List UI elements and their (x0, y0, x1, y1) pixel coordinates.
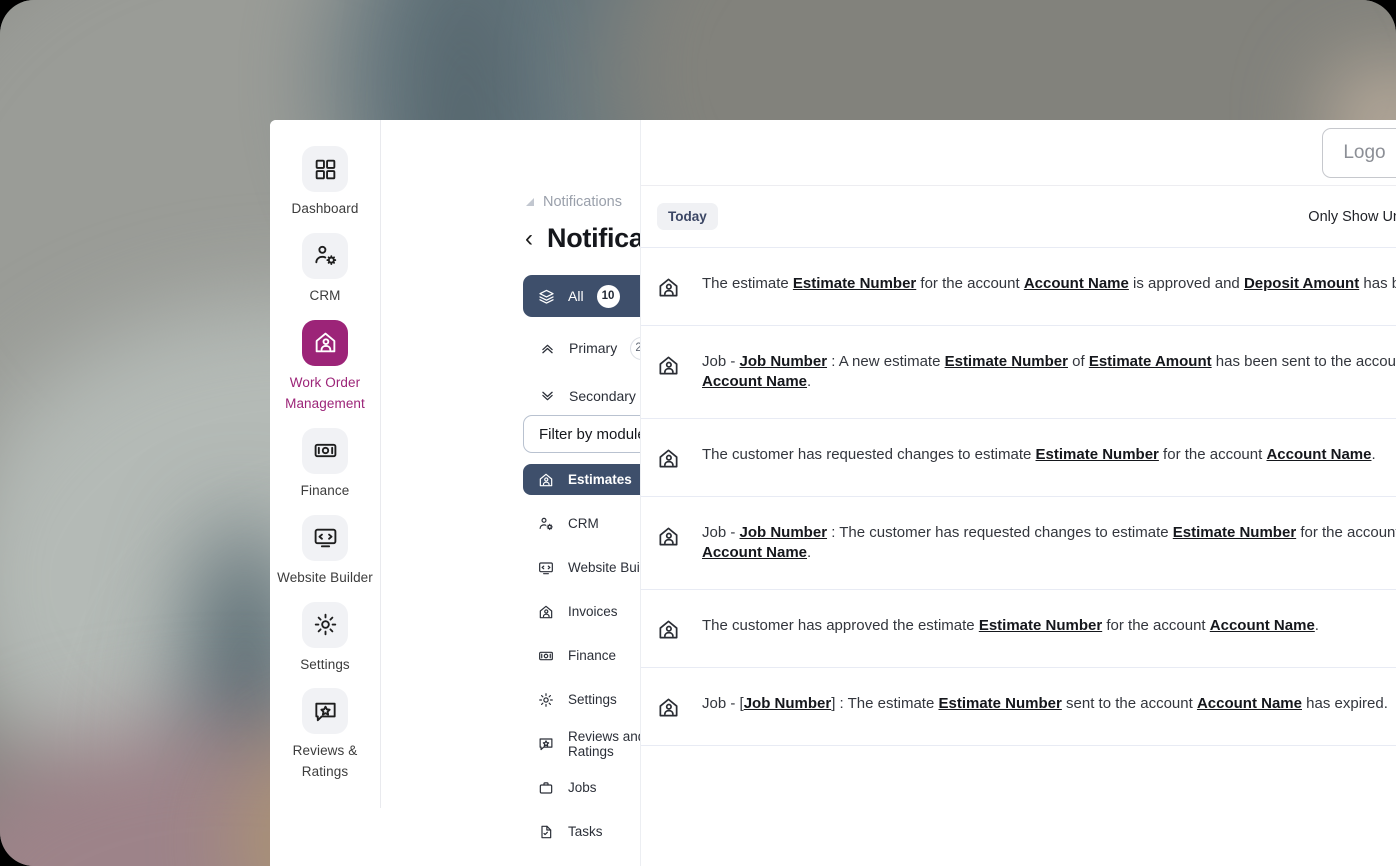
primary-sidebar: Dashboard CRM Work Order Management Finance… (270, 120, 381, 808)
house-person-icon (657, 616, 680, 641)
breadcrumb-label: Notifications (543, 194, 622, 210)
notifications-filter-panel: Notifications ‹ Notifications All 10 Prima… (381, 120, 707, 866)
sidebar-item-label: Finance (300, 482, 350, 498)
notification-row[interactable]: Job - Job Number : A new estimate Estima… (641, 326, 1396, 420)
segment-count: 10 (596, 284, 620, 308)
notification-row[interactable]: The estimate Estimate Number for the acc… (641, 248, 1396, 326)
task-doc-icon (538, 824, 554, 840)
gear-icon (538, 692, 554, 708)
cash-icon (302, 427, 348, 474)
notification-text: Job - Job Number : A new estimate Estima… (702, 353, 1396, 391)
briefcase-icon (538, 780, 554, 796)
sidebar-item-label: Website Builder (277, 569, 373, 585)
notification-row[interactable]: The customer has requested changes to es… (641, 419, 1396, 498)
module-label: Finance (568, 648, 617, 663)
sidebar-item-settings[interactable]: Settings (270, 601, 380, 676)
house-person-icon (538, 604, 554, 620)
sidebar-item-label: CRM (309, 287, 341, 303)
module-label: Tasks (568, 824, 603, 839)
only-show-unread-control[interactable]: Only Show Unread (1308, 205, 1396, 229)
house-person-icon (657, 694, 680, 719)
monitor-code-icon (538, 560, 554, 576)
house-person-icon (538, 472, 554, 488)
sidebar-item-label: Dashboard (291, 201, 359, 216)
sidebar-item-crm[interactable]: CRM (270, 232, 380, 307)
sidebar-item-website-builder[interactable]: Website Builder (270, 514, 380, 589)
user-gear-icon (538, 516, 554, 532)
notification-text: Job - Job Number : The customer has requ… (702, 524, 1396, 562)
gear-icon (302, 601, 348, 648)
sidebar-item-label: Settings (300, 656, 350, 672)
notification-text: The estimate Estimate Number for the acc… (702, 275, 1396, 292)
notifications-list: The estimate Estimate Number for the acc… (641, 248, 1396, 747)
notification-text: The customer has requested changes to es… (702, 446, 1376, 464)
module-label: Jobs (568, 780, 597, 795)
notifications-list-header: Today Only Show Unread (641, 186, 1396, 248)
monitor-code-icon (302, 514, 348, 561)
sidebar-item-work-order-management[interactable]: Work Order Management (270, 319, 380, 415)
chevrons-down-icon (539, 388, 556, 405)
sidebar-item-finance[interactable]: Finance (270, 427, 380, 502)
chevrons-up-icon (539, 340, 556, 357)
breadcrumb-caret-icon (526, 197, 534, 206)
notification-row[interactable]: The customer has approved the estimate E… (641, 590, 1396, 669)
review-star-icon (538, 736, 554, 752)
module-label: Invoices (568, 604, 618, 619)
house-person-icon (302, 319, 348, 366)
notification-text: The customer has approved the estimate E… (702, 617, 1319, 635)
user-gear-icon (302, 232, 348, 279)
notification-row[interactable]: Job - Job Number : The customer has requ… (641, 497, 1396, 591)
only-show-unread-label: Only Show Unread (1308, 208, 1396, 225)
segment-label: Primary (569, 340, 618, 356)
logo-placeholder[interactable]: Logo (1322, 127, 1396, 178)
sidebar-item-label: Work Order Management (285, 374, 365, 411)
house-person-icon (657, 352, 680, 377)
layers-icon (538, 288, 555, 305)
notifications-content: Logo Today Only Show Unread The estimate… (640, 120, 1396, 866)
house-person-icon (657, 523, 680, 548)
top-bar: Logo (641, 120, 1396, 186)
grid-icon (302, 146, 348, 192)
module-label: CRM (568, 516, 599, 531)
segment-label: Secondary (569, 388, 636, 404)
house-person-icon (657, 274, 680, 299)
notification-text: Job - [Job Number] : The estimate Estima… (702, 695, 1388, 713)
module-label: Estimates (568, 472, 632, 487)
notification-row[interactable]: Job - [Job Number] : The estimate Estima… (641, 668, 1396, 747)
review-star-icon (302, 688, 348, 735)
breadcrumb[interactable]: Notifications (525, 194, 622, 210)
segment-label: All (568, 288, 584, 304)
app-window: Dashboard CRM Work Order Management Finance… (270, 120, 1396, 866)
sidebar-item-dashboard[interactable]: Dashboard (270, 146, 380, 220)
sidebar-item-reviews-ratings[interactable]: Reviews & Ratings (270, 688, 380, 783)
today-badge: Today (657, 203, 718, 230)
back-button[interactable]: ‹ (525, 226, 533, 251)
filter-by-module-label: Filter by module (539, 425, 646, 443)
house-person-icon (657, 445, 680, 470)
module-label: Settings (568, 692, 617, 707)
sidebar-item-label: Reviews & Ratings (292, 743, 358, 780)
cash-icon (538, 648, 554, 664)
